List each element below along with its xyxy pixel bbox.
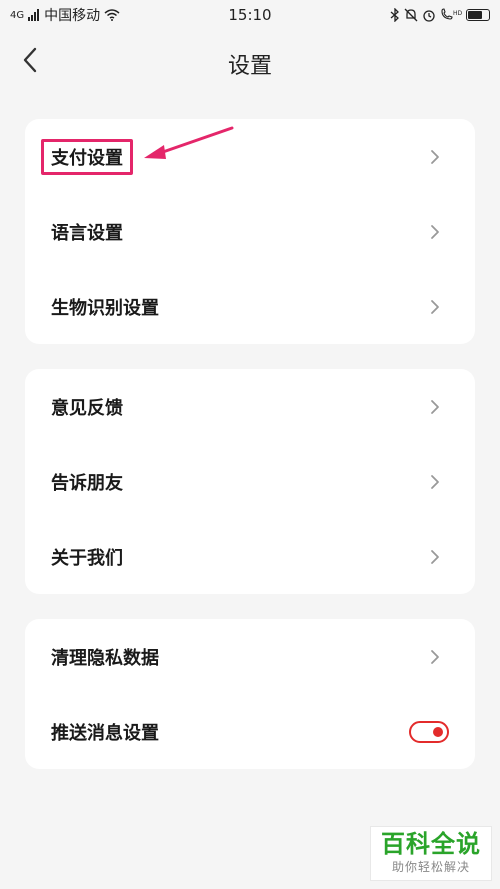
watermark-subtitle: 助你轻松解决 <box>391 860 470 874</box>
settings-item-payment[interactable]: 支付设置 <box>25 119 475 194</box>
carrier-name: 中国移动 <box>44 8 101 24</box>
settings-item-about-us[interactable]: 关于我们 <box>25 519 475 594</box>
watermark-title: 百科全说 <box>381 830 481 858</box>
chevron-right-icon <box>431 299 439 314</box>
settings-item-tell-friends[interactable]: 告诉朋友 <box>25 444 475 519</box>
status-bar: 4G 中国移动 15:10 HD <box>0 0 500 30</box>
chevron-right-icon <box>431 649 439 664</box>
bluetooth-icon <box>390 8 399 22</box>
chevron-right-icon <box>431 224 439 239</box>
settings-item-feedback[interactable]: 意见反馈 <box>25 369 475 444</box>
watermark-logo: 百科全说 助你轻松解决 <box>370 826 492 881</box>
settings-item-clear-privacy-data[interactable]: 清理隐私数据 <box>25 619 475 694</box>
battery-icon <box>466 9 490 21</box>
settings-item-label: 支付设置 <box>51 147 123 169</box>
settings-item-label: 告诉朋友 <box>51 472 123 494</box>
settings-item-label: 生物识别设置 <box>51 297 159 319</box>
chevron-right-icon <box>431 149 439 164</box>
push-notification-toggle[interactable] <box>409 720 449 743</box>
status-right: HD <box>390 8 490 22</box>
status-left: 4G 中国移动 <box>10 5 120 25</box>
alarm-icon <box>423 10 435 22</box>
settings-item-label: 语言设置 <box>51 222 123 244</box>
settings-item-label: 关于我们 <box>51 547 123 569</box>
toggle-knob <box>433 726 443 737</box>
chevron-right-icon <box>431 474 439 489</box>
settings-group-3: 清理隐私数据 推送消息设置 <box>25 619 475 769</box>
signal-icon <box>28 9 40 21</box>
chevron-right-icon <box>431 399 439 414</box>
settings-item-label: 意见反馈 <box>51 397 123 419</box>
mute-icon <box>404 8 418 22</box>
settings-item-language[interactable]: 语言设置 <box>25 194 475 269</box>
settings-item-push-notifications: 推送消息设置 <box>25 694 475 769</box>
settings-group-1: 支付设置 语言设置 生物识别设置 <box>25 119 475 344</box>
settings-item-label: 清理隐私数据 <box>51 647 159 669</box>
page-title: 设置 <box>227 54 272 79</box>
hd-call-icon: HD <box>441 8 462 20</box>
svg-text:HD: HD <box>453 10 462 17</box>
chevron-right-icon <box>431 549 439 564</box>
wifi-icon <box>104 9 120 21</box>
signal-label: 4G <box>10 9 25 21</box>
settings-item-label: 推送消息设置 <box>51 722 159 744</box>
settings-item-biometric[interactable]: 生物识别设置 <box>25 269 475 344</box>
header: 设置 <box>0 30 500 92</box>
settings-group-2: 意见反馈 告诉朋友 关于我们 <box>25 369 475 594</box>
